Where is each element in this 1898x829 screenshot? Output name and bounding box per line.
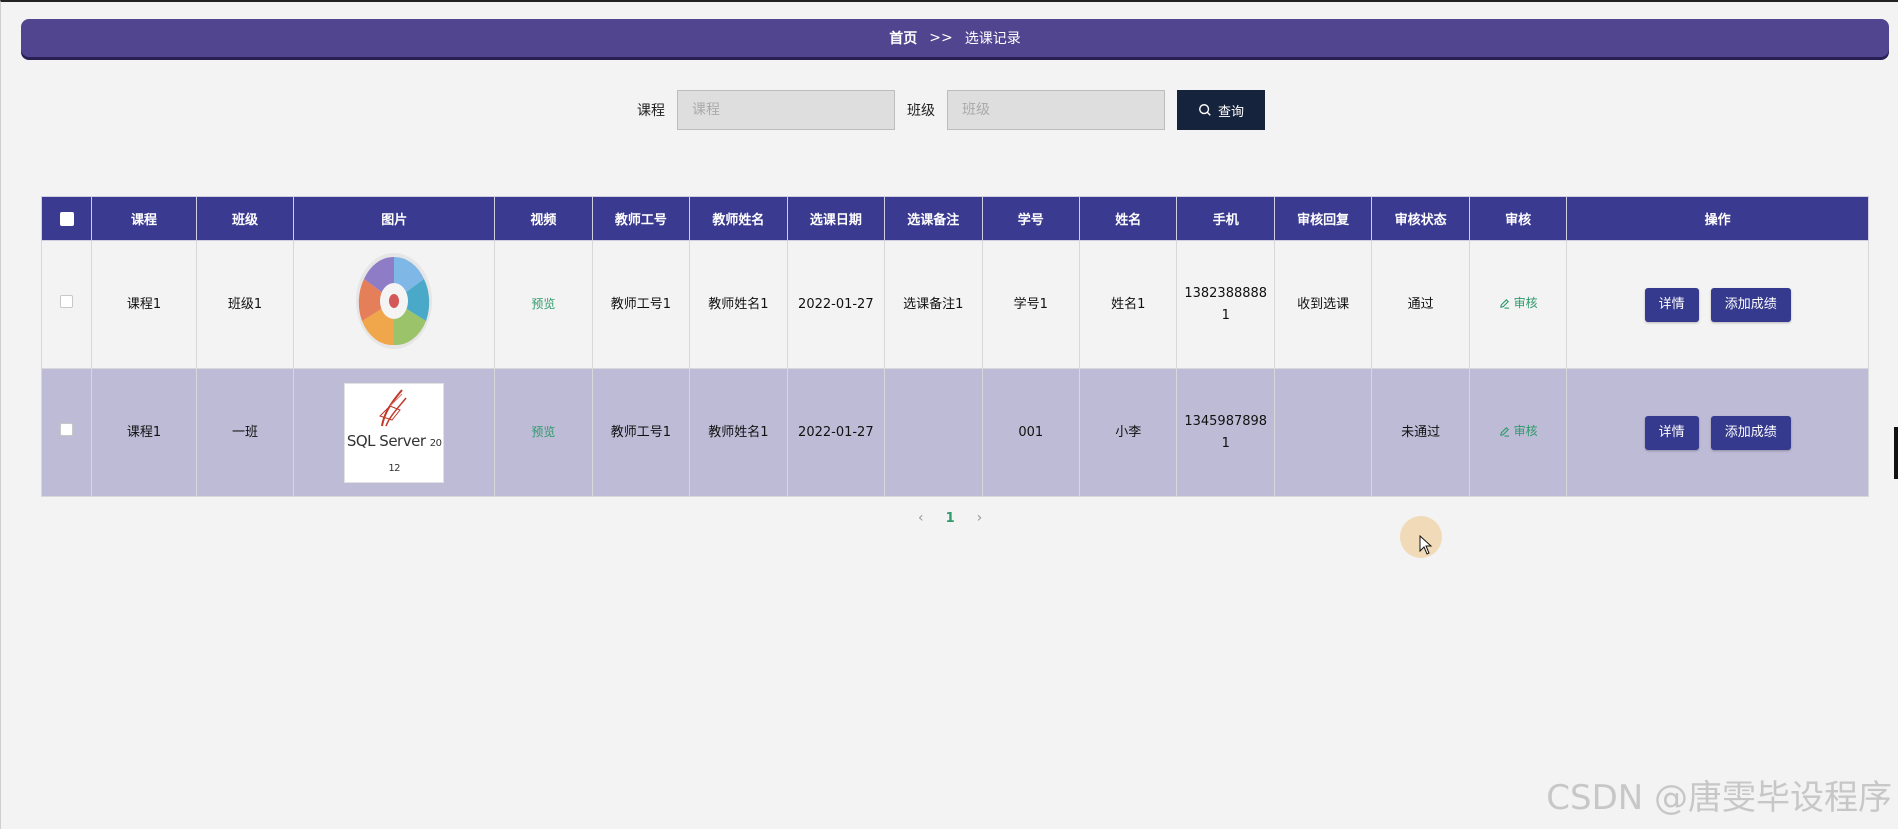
course-label: 课程 (637, 103, 665, 119)
search-button-label: 查询 (1217, 104, 1244, 120)
row-select-cell[interactable] (40, 240, 93, 369)
cell-class: 一班 (195, 368, 295, 497)
header-date: 选课日期 (786, 196, 886, 241)
course-selection-table: 课程 班级 图片 视频 教师工号 教师姓名 选课日期 选课备注 学号 姓名 手机… (40, 196, 1869, 497)
header-teacher-name: 教师姓名 (689, 196, 788, 241)
detail-button[interactable]: 详情 (1644, 415, 1699, 450)
cell-phone: 13823888881 (1176, 240, 1275, 369)
audit-link[interactable]: 审核 (1499, 292, 1538, 314)
sql-server-logo-icon (379, 388, 407, 426)
audit-link-label: 审核 (1513, 296, 1538, 311)
search-bar: 课程 班级 查询 (637, 90, 1265, 130)
cell-video: 预览 (494, 240, 593, 369)
cell-reply (1273, 368, 1373, 497)
watermark: CSDN @唐雯毕设程序 (1546, 778, 1892, 818)
search-icon (1199, 104, 1211, 116)
cell-actions: 详情 添加成绩 (1566, 240, 1869, 369)
next-page-button[interactable]: › (977, 510, 983, 526)
header-status: 审核状态 (1371, 196, 1470, 241)
pagination: ‹ 1 › (918, 510, 982, 526)
row-checkbox[interactable] (60, 294, 74, 308)
cell-phone: 13459878981 (1176, 368, 1275, 497)
header-actions: 操作 (1566, 196, 1869, 241)
add-score-button[interactable]: 添加成绩 (1710, 287, 1791, 322)
header-teacher-id: 教师工号 (591, 196, 691, 241)
header-image: 图片 (293, 196, 496, 241)
cell-teacher-name: 教师姓名1 (689, 368, 788, 497)
audit-link[interactable]: 审核 (1499, 420, 1538, 442)
edit-icon (1499, 298, 1509, 309)
mouse-cursor-icon (1419, 535, 1433, 555)
edit-icon (1499, 426, 1509, 437)
breadcrumb: 首页 >> 选课记录 (21, 19, 1889, 57)
sql-server-image: SQL Server 2012 (344, 382, 445, 483)
cell-image: SQL Server 2012 (293, 368, 496, 497)
cell-teacher-id: 教师工号1 (591, 368, 691, 497)
cell-class: 班级1 (195, 240, 295, 369)
header-video: 视频 (494, 196, 593, 241)
cell-teacher-name: 教师姓名1 (689, 240, 788, 369)
header-name: 姓名 (1078, 196, 1178, 241)
cell-course: 课程1 (91, 368, 197, 497)
sql-logo-text: SQL Server (346, 431, 426, 450)
cell-remark: 选课备注1 (884, 240, 983, 369)
header-remark: 选课备注 (884, 196, 983, 241)
header-phone: 手机 (1176, 196, 1275, 241)
header-class: 班级 (195, 196, 295, 241)
cell-audit: 审核 (1468, 368, 1568, 497)
breadcrumb-current: 选课记录 (964, 31, 1021, 47)
cell-student-id: 学号1 (981, 240, 1081, 369)
current-page[interactable]: 1 (946, 511, 955, 526)
select-all-checkbox[interactable] (59, 211, 74, 226)
prev-page-button[interactable]: ‹ (918, 510, 924, 526)
cell-actions: 详情 添加成绩 (1566, 368, 1869, 497)
table-row: 课程1 班级1 预览 教师工号1 教师姓名1 2022-01-27 选课备注1 … (40, 240, 1869, 369)
scrollbar-handle[interactable] (1894, 427, 1898, 479)
cell-reply: 收到选课 (1273, 240, 1373, 369)
cell-date: 2022-01-27 (786, 368, 886, 497)
course-wheel-image (356, 252, 433, 349)
cell-name: 姓名1 (1078, 240, 1178, 369)
video-preview-link[interactable]: 预览 (531, 425, 555, 439)
search-button[interactable]: 查询 (1177, 90, 1265, 130)
cell-status: 未通过 (1371, 368, 1470, 497)
cell-remark (884, 368, 983, 497)
video-preview-link[interactable]: 预览 (531, 297, 555, 311)
header-course: 课程 (91, 196, 197, 241)
header-reply: 审核回复 (1273, 196, 1373, 241)
cell-status: 通过 (1371, 240, 1470, 369)
cell-audit: 审核 (1468, 240, 1568, 369)
table-header-row: 课程 班级 图片 视频 教师工号 教师姓名 选课日期 选课备注 学号 姓名 手机… (40, 196, 1869, 241)
row-select-cell[interactable] (40, 368, 93, 497)
header-audit: 审核 (1468, 196, 1568, 241)
sql-server-label: SQL Server 2012 (345, 430, 443, 480)
select-all-cell[interactable] (40, 196, 93, 241)
course-input[interactable] (677, 90, 895, 130)
detail-button[interactable]: 详情 (1644, 287, 1699, 322)
breadcrumb-separator: >> (929, 30, 953, 46)
row-checkbox[interactable] (60, 422, 74, 436)
cell-student-id: 001 (981, 368, 1081, 497)
cell-teacher-id: 教师工号1 (591, 240, 691, 369)
cell-course: 课程1 (91, 240, 197, 369)
add-score-button[interactable]: 添加成绩 (1710, 415, 1791, 450)
header-student-id: 学号 (981, 196, 1081, 241)
cell-video: 预览 (494, 368, 593, 497)
cell-name: 小李 (1078, 368, 1178, 497)
class-label: 班级 (907, 103, 935, 119)
breadcrumb-home[interactable]: 首页 (889, 28, 917, 48)
class-input[interactable] (947, 90, 1165, 130)
cell-image (293, 240, 496, 369)
audit-link-label: 审核 (1513, 424, 1538, 439)
table-row: 课程1 一班 SQL Server 2012 预览 教师工号1 教师姓名1 20… (40, 368, 1869, 497)
cell-date: 2022-01-27 (786, 240, 886, 369)
